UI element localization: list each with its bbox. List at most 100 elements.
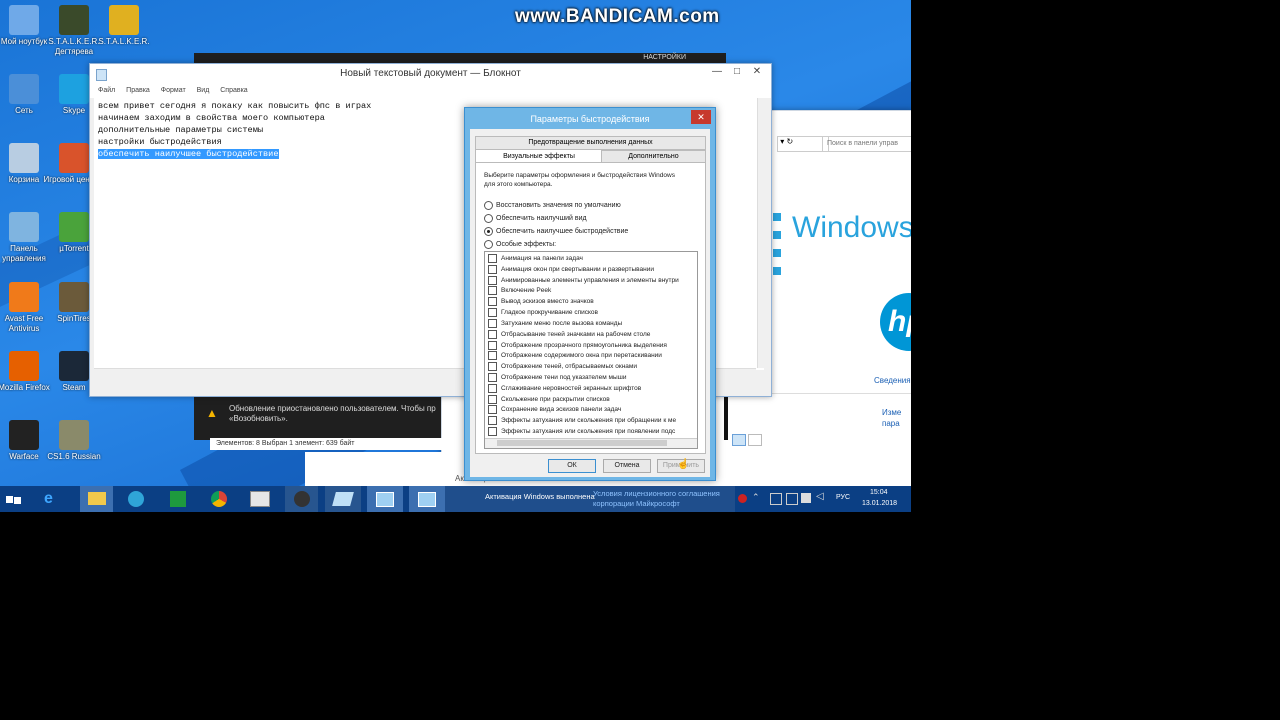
dialog-description: Выберите параметры оформления и быстроде… xyxy=(484,172,675,188)
radio-button-icon[interactable] xyxy=(484,213,493,223)
clock-time[interactable]: 15:04 xyxy=(870,489,888,496)
file-explorer-taskbar-button[interactable] xyxy=(80,486,113,512)
effect-label: Отображение прозрачного прямоугольника в… xyxy=(501,341,667,349)
maximize-button[interactable]: □ xyxy=(727,64,747,80)
checkbox-icon[interactable] xyxy=(488,416,497,426)
effect-checkbox-item[interactable]: Отображение тени под указателем мыши xyxy=(488,372,697,384)
store-icon[interactable] xyxy=(170,491,186,507)
steam-icon xyxy=(59,351,89,381)
checkbox-icon[interactable] xyxy=(488,286,497,296)
effect-checkbox-item[interactable]: Сохранение вида эскизов панели задач xyxy=(488,405,697,416)
menu-view[interactable]: Вид xyxy=(197,87,210,94)
effect-checkbox-item[interactable]: Скольжение при раскрытии списков xyxy=(488,394,697,406)
change-settings-link[interactable]: Изме пара xyxy=(882,407,911,429)
dialog-body: Предотвращение выполнения данных Визуаль… xyxy=(470,129,710,477)
control-panel-search[interactable]: Поиск в панели управ xyxy=(822,136,911,152)
radio-option[interactable]: Особые эффекты: xyxy=(484,238,704,251)
radio-option[interactable]: Восстановить значения по умолчанию xyxy=(484,199,704,212)
notepad-titlebar[interactable]: Новый текстовый документ — Блокнот — □ ✕ xyxy=(90,64,771,84)
warning-icon: ▲ xyxy=(206,406,218,420)
internet-app-icon[interactable] xyxy=(128,491,144,507)
effect-checkbox-item[interactable]: Анимация окон при свертывании и разверты… xyxy=(488,264,697,276)
network-icon[interactable] xyxy=(801,493,811,503)
effect-label: Анимированные элементы управления и элем… xyxy=(501,276,679,284)
checkbox-icon[interactable] xyxy=(488,383,497,393)
world-of-tanks-taskbar-button[interactable] xyxy=(285,486,318,512)
effect-checkbox-item[interactable]: Эффекты затухания или скольжения при поя… xyxy=(488,427,697,438)
effect-checkbox-item[interactable]: Отбрасывание теней значками на рабочем с… xyxy=(488,329,697,341)
warface-icon xyxy=(9,420,39,450)
start-button[interactable] xyxy=(6,491,22,507)
desktop-icon[interactable]: S.T.A.L.K.E.R. xyxy=(93,5,155,47)
checkbox-icon[interactable] xyxy=(488,394,497,404)
minimize-button[interactable]: — xyxy=(707,64,727,80)
checkbox-icon[interactable] xyxy=(488,318,497,328)
close-button[interactable]: ✕ xyxy=(747,64,767,80)
effect-label: Анимация окон при свертывании и разверты… xyxy=(501,266,654,274)
effect-checkbox-item[interactable]: Отображение теней, отбрасываемых окнами xyxy=(488,362,697,373)
radio-button-icon[interactable] xyxy=(484,239,493,249)
checkbox-icon[interactable] xyxy=(488,351,497,361)
chevron-up-icon[interactable]: ⌃ xyxy=(752,492,760,503)
checkbox-icon[interactable] xyxy=(488,264,497,274)
internet-explorer-icon[interactable]: e xyxy=(44,490,64,508)
checkbox-icon[interactable] xyxy=(488,297,497,307)
menu-file[interactable]: Файл xyxy=(98,87,115,94)
radio-option[interactable]: Обеспечить наилучший вид xyxy=(484,212,704,225)
effect-checkbox-item[interactable]: Вывод эскизов вместо значков xyxy=(488,297,697,308)
radio-button-icon[interactable] xyxy=(484,200,493,210)
app-window-icon[interactable] xyxy=(250,491,270,507)
system-taskbar-button[interactable] xyxy=(367,486,403,512)
effect-checkbox-item[interactable]: Гладкое прокручивание списков xyxy=(488,308,697,319)
tray-icon[interactable] xyxy=(786,493,798,505)
hp-info-link[interactable]: Сведения xyxy=(874,376,911,385)
license-link[interactable]: Условия лицензионного соглашения корпора… xyxy=(593,489,735,509)
radio-button-icon[interactable] xyxy=(484,226,493,236)
tray-icon[interactable] xyxy=(770,493,782,505)
details-view-icon[interactable] xyxy=(732,434,746,446)
clock-date[interactable]: 13.01.2018 xyxy=(862,500,897,507)
effect-checkbox-item[interactable]: Отображение прозрачного прямоугольника в… xyxy=(488,340,697,352)
effects-list-scrollbar[interactable] xyxy=(485,438,697,448)
checkbox-icon[interactable] xyxy=(488,254,497,263)
checkbox-icon[interactable] xyxy=(488,340,497,350)
desktop-icon-label: S.T.A.L.K.E.R. xyxy=(98,37,150,46)
tab-visual-effects[interactable]: Визуальные эффекты xyxy=(475,149,603,163)
record-icon[interactable] xyxy=(738,494,747,503)
dialog-titlebar[interactable]: Параметры быстродействия xyxy=(465,108,715,128)
cancel-button[interactable]: Отмена xyxy=(603,459,651,473)
menu-edit[interactable]: Правка xyxy=(126,87,150,94)
effect-checkbox-item[interactable]: Сглаживание неровностей экранных шрифтов xyxy=(488,383,697,395)
vertical-scrollbar[interactable] xyxy=(757,98,769,368)
notepad-taskbar-button[interactable] xyxy=(325,486,361,512)
dialog-close-button[interactable]: ✕ xyxy=(691,110,711,124)
checkbox-icon[interactable] xyxy=(488,427,497,436)
checkbox-icon[interactable] xyxy=(488,308,497,318)
effect-checkbox-item[interactable]: Затухание меню после вызова команды xyxy=(488,318,697,330)
checkbox-icon[interactable] xyxy=(488,372,497,382)
menu-format[interactable]: Формат xyxy=(161,87,186,94)
menu-help[interactable]: Справка xyxy=(220,87,247,94)
desktop-icon[interactable]: CS1.6 Russian xyxy=(43,420,105,462)
effect-checkbox-item[interactable]: Включение Peek xyxy=(488,286,697,297)
scrollbar-thumb[interactable] xyxy=(497,440,667,446)
effect-checkbox-item[interactable]: Анимация на панели задач xyxy=(488,254,697,265)
checkbox-icon[interactable] xyxy=(488,275,497,285)
radio-option[interactable]: Обеспечить наилучшее быстродействие xyxy=(484,225,704,238)
avast-icon xyxy=(9,282,39,312)
checkbox-icon[interactable] xyxy=(488,329,497,339)
effect-checkbox-item[interactable]: Эффекты затухания или скольжения при обр… xyxy=(488,416,697,427)
checkbox-icon[interactable] xyxy=(488,405,497,415)
volume-icon[interactable]: ◁ xyxy=(816,491,824,502)
bandicam-watermark: www.BANDICAM.com xyxy=(515,6,720,27)
tiles-view-icon[interactable] xyxy=(748,434,762,446)
chrome-icon[interactable] xyxy=(211,491,227,507)
language-indicator[interactable]: РУС xyxy=(836,494,850,501)
tab-dep[interactable]: Предотвращение выполнения данных xyxy=(475,136,706,150)
performance-taskbar-button[interactable] xyxy=(409,486,445,512)
ok-button[interactable]: ОК xyxy=(548,459,596,473)
checkbox-icon[interactable] xyxy=(488,362,497,372)
folder-icon xyxy=(87,492,106,505)
effect-checkbox-item[interactable]: Отображение содержимого окна при перетас… xyxy=(488,351,697,362)
effect-checkbox-item[interactable]: Анимированные элементы управления и элем… xyxy=(488,275,697,287)
